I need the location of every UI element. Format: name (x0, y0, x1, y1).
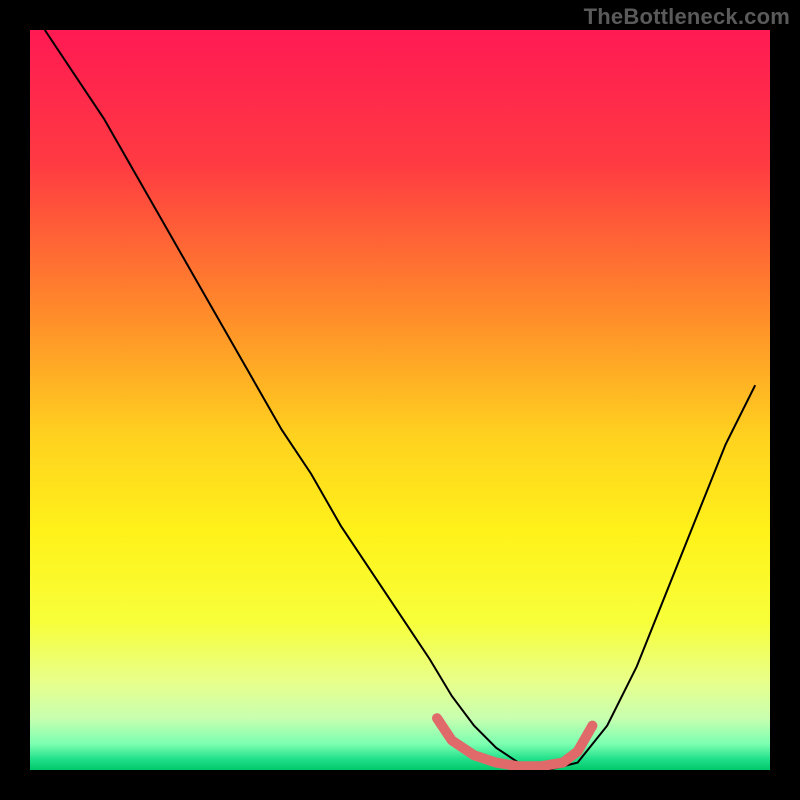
plot-area (30, 30, 770, 770)
chart-frame: TheBottleneck.com (0, 0, 800, 800)
watermark-text: TheBottleneck.com (584, 4, 790, 30)
chart-svg (30, 30, 770, 770)
gradient-background (30, 30, 770, 770)
